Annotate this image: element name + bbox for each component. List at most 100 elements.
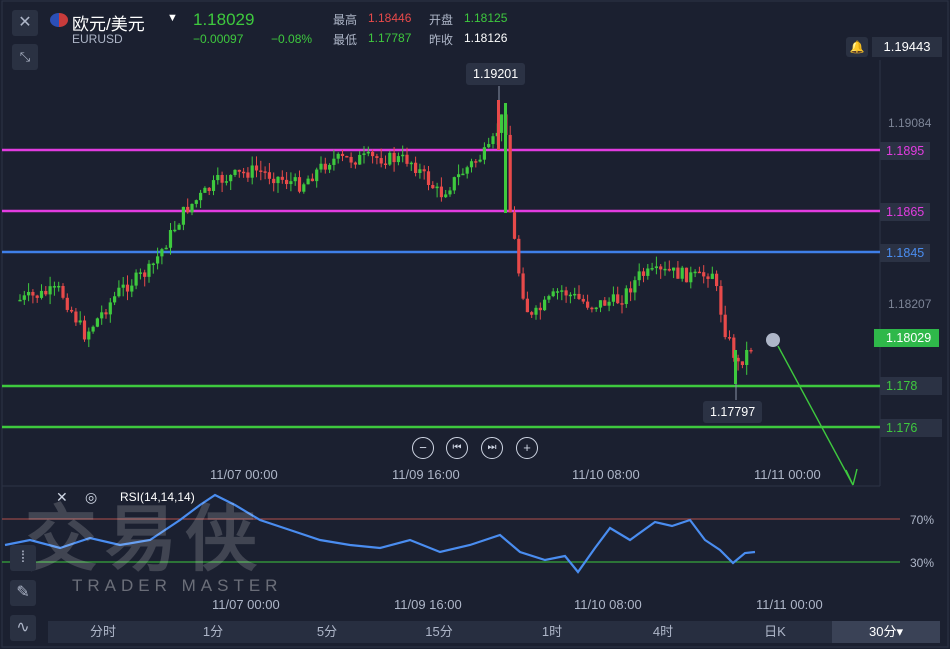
zoom-in-button[interactable]: + — [516, 437, 538, 459]
prev-close-label: 昨收 — [429, 33, 454, 47]
tf-5min[interactable]: 5分 — [292, 621, 362, 643]
candle-body — [727, 337, 732, 339]
candle-body — [422, 169, 426, 172]
candle-body — [706, 276, 710, 279]
candle-body — [723, 314, 727, 338]
collapse-icon[interactable]: ⤡ — [12, 44, 38, 70]
tf-15min[interactable]: 15分 — [404, 621, 474, 643]
tf-4h[interactable]: 4时 — [628, 621, 698, 643]
alert-price[interactable]: 1.19443 — [872, 37, 942, 57]
candle-body — [646, 268, 650, 276]
high-label: 最高 — [333, 13, 358, 27]
candle-body — [285, 179, 289, 185]
timeframe-bar: 分时 1分 5分 15分 1时 4时 日K 30分▾ — [48, 621, 940, 643]
spike-candle — [504, 103, 507, 213]
candle-body — [474, 161, 478, 163]
candle-body — [375, 156, 379, 159]
candle-body — [207, 187, 211, 191]
candle-body — [242, 171, 246, 174]
candle-body — [259, 170, 263, 172]
low-candle — [734, 350, 737, 384]
candle-body — [710, 273, 714, 279]
candle-body — [598, 300, 603, 308]
candle-body — [637, 271, 641, 281]
price-change-pct: −0.08% — [271, 32, 313, 46]
tf-1h[interactable]: 1时 — [517, 621, 587, 643]
open-label: 开盘 — [429, 13, 454, 27]
tf-daily[interactable]: 日K — [740, 621, 810, 643]
chevron-down-icon[interactable]: ▼ — [167, 12, 178, 24]
candle-body — [199, 192, 203, 201]
candle-body — [70, 309, 74, 312]
candle-body — [48, 286, 52, 295]
candle-body — [611, 294, 615, 302]
candle-body — [125, 284, 130, 292]
candle-body — [745, 349, 749, 366]
candle-body — [203, 187, 207, 193]
price-change: −0.00097 — [193, 32, 244, 46]
candle-body — [293, 177, 297, 182]
candle-body — [130, 285, 134, 292]
candle-body — [676, 267, 680, 279]
candle-body — [44, 290, 48, 295]
candle-body — [568, 294, 572, 297]
chart-tool-icon[interactable]: ∿ — [10, 615, 36, 641]
candle-body — [525, 298, 529, 313]
candle-body — [620, 303, 624, 305]
candle-body — [22, 295, 26, 300]
candle-body — [57, 285, 61, 288]
candle-body — [379, 158, 383, 164]
candle-body — [91, 326, 95, 332]
candle-body — [435, 186, 439, 189]
tf-30min-selected[interactable]: 30分▾ — [832, 621, 940, 643]
rsi-time-label-1: 11/07 00:00 — [212, 597, 280, 612]
tf-tick[interactable]: 分时 — [68, 621, 138, 643]
rsi-close-icon[interactable]: ✕ — [56, 489, 68, 506]
candle-body — [543, 299, 547, 311]
scroll-end-button[interactable]: ⏭ — [481, 437, 503, 459]
spike-candle — [497, 100, 500, 150]
time-label-2: 11/09 16:00 — [392, 467, 460, 482]
bell-icon[interactable]: 🔔 — [846, 37, 868, 57]
candle-body — [663, 268, 667, 271]
candle-body — [633, 280, 637, 293]
line-label-176: 1.176 — [880, 419, 942, 437]
candle-body — [82, 320, 87, 340]
candle-body — [586, 301, 590, 308]
candle-body — [577, 293, 581, 299]
candle-body — [349, 156, 353, 163]
candle-body — [388, 152, 392, 165]
candle-body — [27, 291, 31, 296]
line-label-1895: 1.1895 — [880, 142, 931, 160]
candle-body — [594, 307, 598, 310]
candle-body — [216, 175, 220, 181]
close-icon[interactable]: ✕ — [12, 10, 38, 36]
candle-body — [181, 206, 185, 225]
rsi-time-label-4: 11/11 00:00 — [756, 597, 823, 612]
candle-body — [358, 154, 362, 165]
candle-body — [18, 299, 22, 302]
rsi-settings-icon[interactable]: ◎ — [85, 489, 97, 506]
candle-body — [426, 171, 431, 185]
zoom-out-button[interactable]: − — [412, 437, 434, 459]
line-label-1845: 1.1845 — [880, 244, 931, 262]
candle-body — [641, 271, 646, 276]
rsi-label: RSI(14,14,14) — [120, 490, 195, 504]
pen-icon[interactable]: ✎ — [10, 580, 36, 606]
candle-body — [113, 296, 117, 303]
candle-body — [280, 176, 284, 180]
tf-1min[interactable]: 1分 — [178, 621, 248, 643]
candle-body — [306, 178, 310, 185]
candle-body — [87, 331, 91, 340]
candle-body — [581, 298, 585, 302]
candle-body — [684, 267, 689, 283]
indicator-icon[interactable]: ⁞ — [10, 545, 36, 571]
scroll-start-button[interactable]: ⏮ — [446, 437, 468, 459]
candle-body — [310, 178, 314, 182]
candle-body — [246, 172, 250, 178]
prev-close-value: 1.18126 — [464, 31, 508, 45]
candle-body — [564, 290, 568, 296]
candle-body — [521, 273, 525, 299]
candle-body — [194, 200, 198, 204]
candle-body — [272, 178, 276, 184]
